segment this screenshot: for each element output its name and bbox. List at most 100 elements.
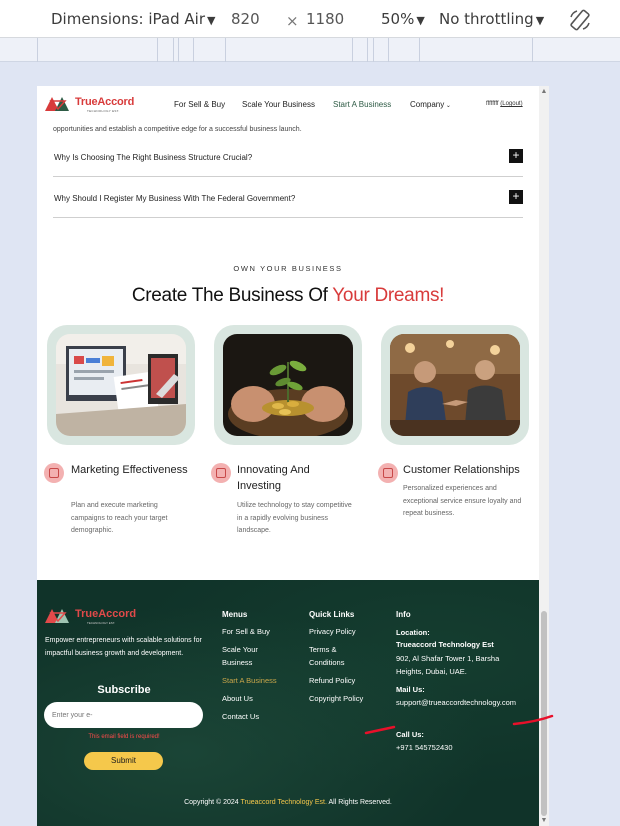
nav-link-company-label: Company	[410, 100, 445, 109]
scrollbar-thumb[interactable]	[541, 611, 547, 816]
menus-heading: Menus	[222, 610, 248, 619]
ruler-segment[interactable]	[157, 38, 158, 62]
location-label: Location:	[396, 628, 430, 637]
nav-link-start[interactable]: Start A Business	[333, 100, 391, 109]
ruler-segment[interactable]	[193, 38, 194, 62]
footer-quick-link[interactable]: Terms & Conditions	[309, 644, 364, 669]
device-toolbar: Dimensions: iPad Air ▼ 820 × 1180 50% ▼ No…	[0, 0, 620, 38]
plus-icon[interactable]: +	[509, 190, 523, 204]
chevron-down-icon: ▼	[416, 14, 425, 27]
call-label: Call Us:	[396, 730, 424, 739]
times-icon: ×	[286, 12, 299, 30]
site-logo[interactable]: TrueAccord TECHNOLOGY EST.	[45, 96, 145, 114]
zoom-dropdown[interactable]: 50% ▼	[381, 10, 425, 28]
quick-links-heading: Quick Links	[309, 610, 355, 619]
subscribe-email-input[interactable]	[44, 702, 203, 728]
footer-menu-link[interactable]: Contact Us	[222, 711, 259, 724]
copyright-company: Trueaccord Technology Est.	[240, 799, 327, 806]
ruler-segment[interactable]	[37, 38, 38, 62]
section-eyebrow: OWN YOUR BUSINESS	[233, 264, 343, 273]
feature-image-card	[214, 325, 362, 445]
headline-main: Create The Business Of	[131, 285, 333, 306]
footer-quick-link[interactable]: Copyright Policy	[309, 693, 363, 706]
footer-brand-name: TrueAccord	[75, 608, 137, 620]
footer-menu-link[interactable]: Scale Your Business	[222, 644, 282, 669]
media-query-ruler[interactable]	[0, 38, 620, 62]
logout-link[interactable]: (Logout)	[500, 101, 522, 107]
nav-link-scale[interactable]: Scale Your Business	[242, 100, 315, 109]
footer-menu-link[interactable]: About Us	[222, 693, 253, 706]
headline-accent: Your Dreams!	[332, 285, 445, 306]
footer-blurb: Empower entrepreneurs with scalable solu…	[45, 637, 202, 657]
ruler-segment[interactable]	[373, 38, 374, 62]
mail-label: Mail Us:	[396, 685, 425, 694]
feature-title: Innovating And Investing	[237, 464, 310, 492]
zoom-label: 50%	[381, 10, 415, 28]
logo-mark-icon	[45, 609, 69, 623]
footer-menu-link[interactable]: For Sell & Buy	[222, 626, 270, 639]
ruler-segment[interactable]	[173, 38, 174, 62]
nav-link-sell-buy[interactable]: For Sell & Buy	[174, 100, 225, 109]
chevron-down-icon: ▼	[206, 14, 216, 27]
ruler-segment[interactable]	[367, 38, 368, 62]
brand-tagline: TECHNOLOGY EST.	[87, 109, 120, 113]
footer-quick-link[interactable]: Privacy Policy	[309, 626, 356, 639]
copyright-prefix: Copyright © 2024	[184, 799, 241, 806]
scroll-down-icon[interactable]: ▼	[540, 817, 548, 824]
throttling-dropdown[interactable]: No throttling ▼	[439, 10, 544, 28]
width-input[interactable]: 820	[231, 10, 260, 28]
faq-partial-answer: opportunities and establish a competitiv…	[53, 126, 302, 133]
feature-title: Customer Relationships	[403, 464, 520, 476]
info-heading: Info	[396, 610, 411, 619]
nav-link-company[interactable]: Company ⌄	[410, 100, 451, 109]
plus-icon[interactable]: +	[509, 149, 523, 163]
investing-icon	[211, 463, 231, 483]
throttling-label: No throttling	[439, 10, 534, 28]
height-input[interactable]: 1180	[306, 10, 344, 28]
rotate-icon[interactable]	[568, 8, 592, 32]
site-navbar: TrueAccord TECHNOLOGY EST. For Sell & Bu…	[37, 86, 539, 124]
footer-brand-tagline: TECHNOLOGY EST.	[87, 621, 116, 625]
ruler-segment[interactable]	[419, 38, 420, 62]
phone-link[interactable]: +971 545752430	[396, 742, 453, 755]
feature-title: Marketing Effectiveness	[71, 464, 188, 476]
email-error-message: This email field is required!	[88, 734, 160, 740]
user-menu: ffffffff (Logout)	[486, 101, 523, 107]
copyright-suffix: All Rights Reserved.	[326, 799, 392, 806]
device-dimensions-dropdown[interactable]: Dimensions: iPad Air ▼	[51, 10, 215, 28]
marketing-photo	[56, 334, 186, 436]
faq-item[interactable]: Why Is Choosing The Right Business Struc…	[53, 137, 523, 177]
ruler-segment[interactable]	[225, 38, 226, 62]
feature-desc: Utilize technology to stay competitive i…	[237, 502, 352, 534]
footer-menu-link[interactable]: Start A Business	[222, 675, 277, 688]
chevron-down-icon: ▼	[535, 14, 545, 27]
copyright: Copyright © 2024 Trueaccord Technology E…	[37, 799, 539, 806]
footer-logo[interactable]: TrueAccord TECHNOLOGY EST.	[45, 608, 145, 626]
monitor-icon	[44, 463, 64, 483]
email-link[interactable]: support@trueaccordtechnology.com	[396, 697, 534, 710]
feature-image-card	[47, 325, 195, 445]
feature-image-card	[381, 325, 529, 445]
logo-mark-icon	[45, 97, 69, 111]
company-name: Trueaccord Technology Est	[396, 640, 494, 649]
feature-desc: Plan and execute marketing campaigns to …	[71, 502, 168, 534]
faq-item[interactable]: Why Should I Register My Business With T…	[53, 178, 523, 218]
handshake-icon	[378, 463, 398, 483]
customer-photo	[390, 334, 520, 436]
investing-photo	[223, 334, 353, 436]
ruler-segment[interactable]	[532, 38, 533, 62]
faq-question: Why Is Choosing The Right Business Struc…	[54, 153, 253, 162]
feature-desc: Personalized experiences and exceptional…	[403, 485, 522, 517]
company-address: 902, Al Shafar Tower 1, Barsha Heights, …	[396, 654, 500, 676]
section-headline: Create The Business Of Your Dreams!	[37, 285, 539, 307]
page-viewport: TrueAccord TECHNOLOGY EST. For Sell & Bu…	[37, 86, 539, 826]
page-scrollbar[interactable]: ▲ ▼	[539, 86, 549, 826]
scroll-up-icon[interactable]: ▲	[540, 88, 548, 95]
ruler-segment[interactable]	[388, 38, 389, 62]
footer-quick-link[interactable]: Refund Policy	[309, 675, 355, 688]
ruler-segment[interactable]	[178, 38, 179, 62]
site-footer: TrueAccord TECHNOLOGY EST. Empower entre…	[37, 580, 539, 826]
ruler-segment[interactable]	[352, 38, 353, 62]
device-dimensions-label: Dimensions: iPad Air	[51, 10, 205, 28]
submit-button[interactable]: Submit	[84, 752, 163, 770]
